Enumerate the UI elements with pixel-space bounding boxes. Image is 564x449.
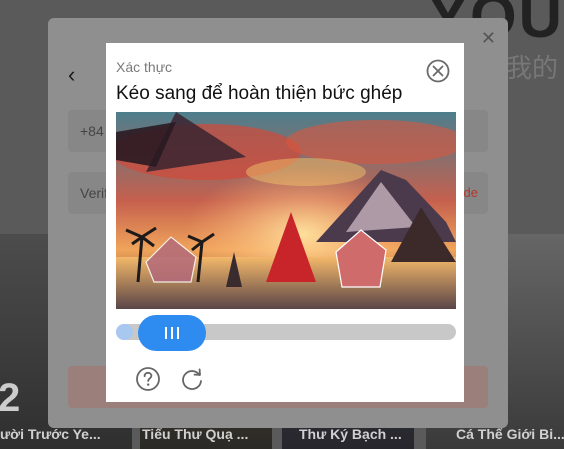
poster-title[interactable]: Thư Ký Bạch ... bbox=[299, 426, 414, 442]
captcha-dialog: Xác thực Kéo sang để hoàn thiện bức ghép bbox=[106, 43, 464, 402]
captcha-label: Xác thực bbox=[116, 59, 173, 75]
rank-number: 2 bbox=[0, 376, 21, 420]
grip-line bbox=[165, 327, 167, 339]
phone-prefix: +84 bbox=[80, 123, 104, 139]
grip-line bbox=[177, 327, 179, 339]
puzzle-image bbox=[116, 112, 456, 309]
close-icon[interactable]: ✕ bbox=[481, 28, 496, 49]
captcha-title: Kéo sang để hoàn thiện bức ghép bbox=[116, 83, 403, 104]
refresh-icon[interactable] bbox=[179, 366, 205, 392]
question-icon[interactable] bbox=[135, 366, 161, 392]
slider-track-fill bbox=[116, 324, 133, 340]
send-code-link[interactable]: de bbox=[464, 185, 478, 200]
poster-title[interactable]: Tiểu Thư Quạ ... bbox=[142, 426, 262, 442]
verification-placeholder: Verif bbox=[80, 185, 109, 201]
side-text: 我的 bbox=[505, 53, 558, 83]
close-circle-icon[interactable] bbox=[426, 59, 450, 83]
back-arrow-icon[interactable]: ‹ bbox=[68, 62, 75, 88]
poster-title[interactable]: Cá Thể Giới Bi... bbox=[456, 426, 564, 442]
poster-title[interactable]: ười Trước Ye... bbox=[0, 426, 105, 442]
grip-line bbox=[171, 327, 173, 339]
slider-handle[interactable] bbox=[138, 315, 206, 351]
